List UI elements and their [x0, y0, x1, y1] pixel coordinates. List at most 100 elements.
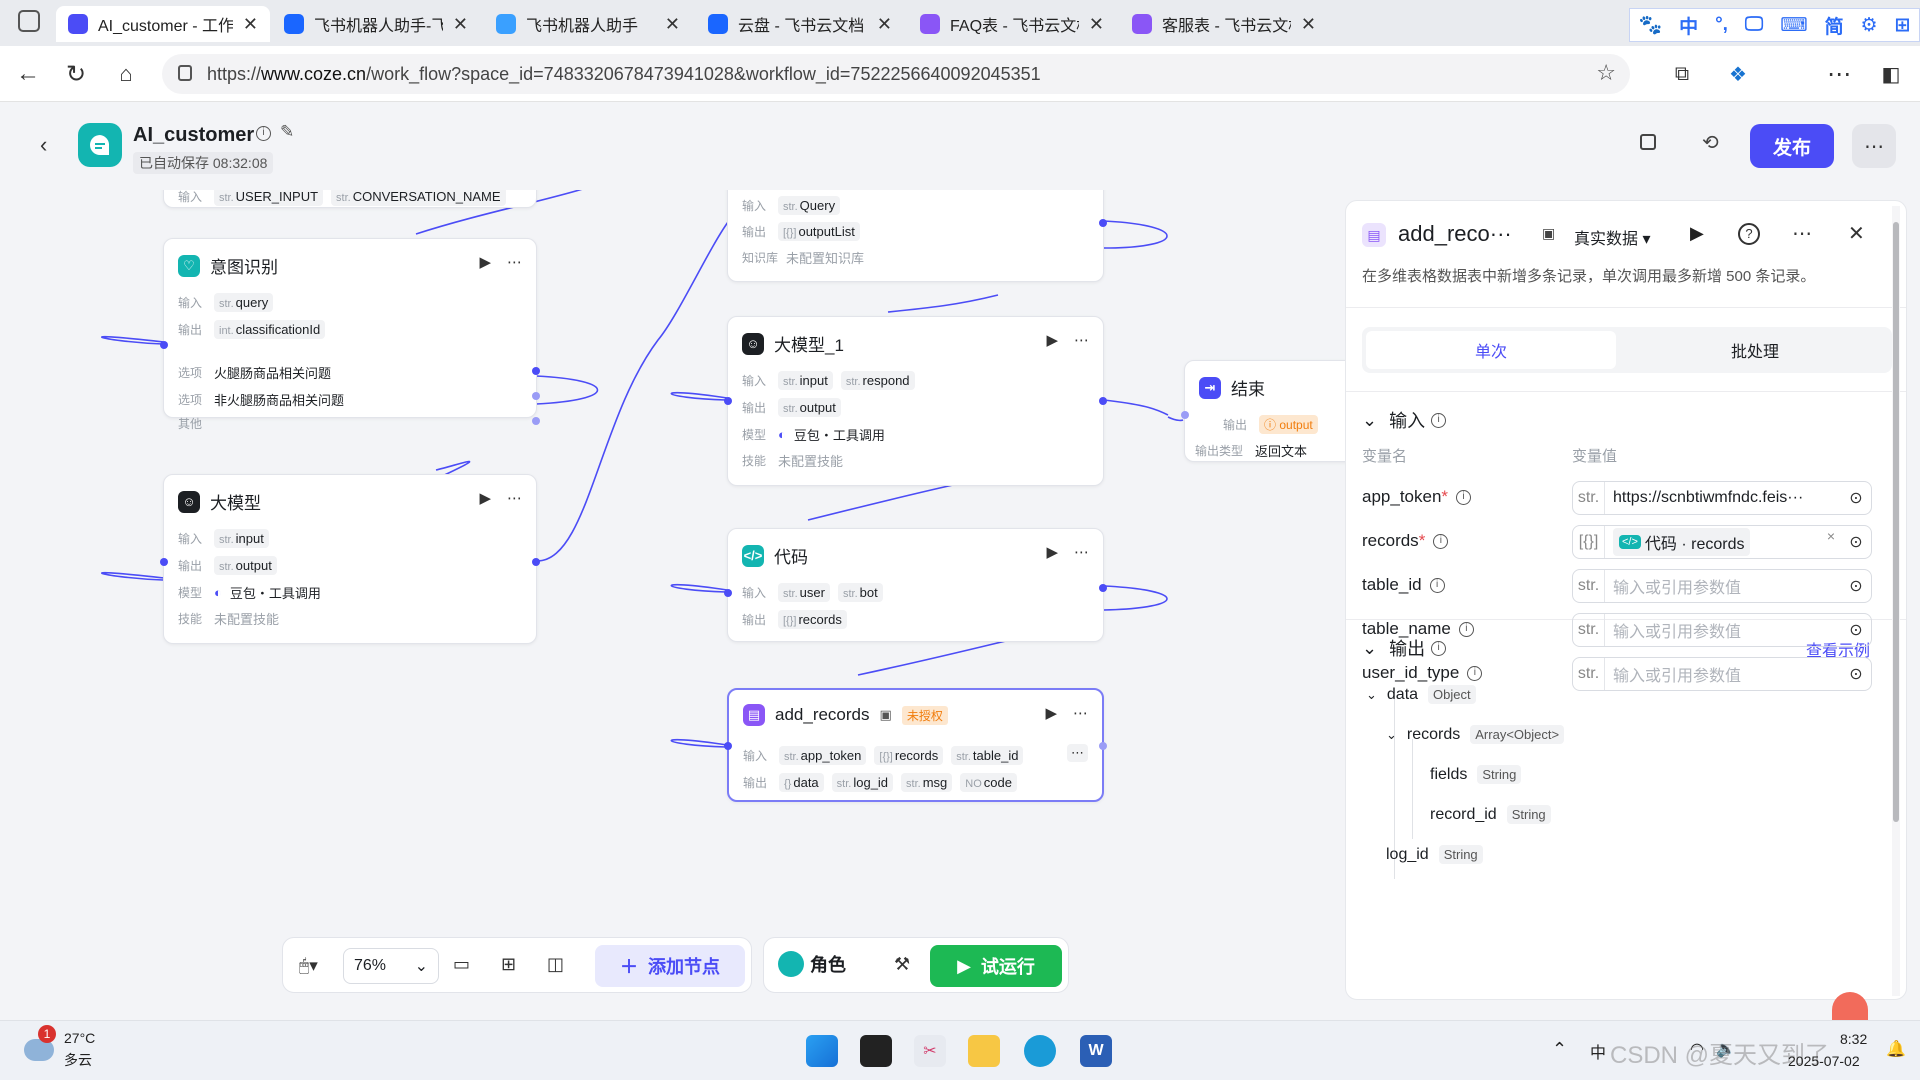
knowledge-node[interactable]: 输入 str. Query 输出[{}] outputList 知识库 未配置知识库 — [727, 190, 1107, 282]
port-dot[interactable] — [1099, 397, 1107, 405]
port-dot[interactable] — [1099, 584, 1107, 592]
run-node-icon[interactable]: ▶ — [479, 489, 491, 507]
records-field[interactable]: [{}] </> 代码 · records × ⊙ — [1572, 525, 1872, 559]
port-dot[interactable] — [532, 367, 540, 375]
favorite-star-icon[interactable]: ☆ — [1596, 60, 1616, 86]
output-tree-item[interactable]: ⌄ data Object — [1366, 685, 1476, 704]
node-more-icon[interactable]: ⋯ — [1074, 331, 1089, 349]
llm1-node[interactable]: ☺ 大模型_1 ▶ ⋯ 输入 str. input str. respond 输出 str. o… — [724, 316, 1107, 486]
panel-more-icon[interactable]: ⋯ — [1792, 221, 1812, 246]
app_token-field[interactable]: str. https://scnbtiwmfndc.feis··· ⊙ — [1572, 481, 1872, 515]
run-node-icon[interactable]: ▶ — [1045, 704, 1057, 722]
run-node-icon[interactable]: ▶ — [1046, 331, 1058, 349]
table_id-field[interactable]: str. 输入或引用参数值 ⊙ — [1572, 569, 1872, 603]
browser-tab[interactable]: 客服表 - 飞书云文档 ✕ — [1120, 6, 1328, 42]
browser-tab[interactable]: AI_customer - 工作流 -✕ — [56, 6, 270, 42]
port-dot[interactable] — [1099, 219, 1107, 227]
input-section-header[interactable]: ⌄ 输入 i — [1362, 407, 1447, 433]
doc-icon[interactable]: ▣ — [880, 707, 892, 723]
assistant-bubble[interactable] — [1832, 992, 1868, 1020]
ime-toolbar[interactable]: 🐾 中 °, 🖵 ⌨ 简 ⚙ ⊞ — [1629, 8, 1920, 42]
comment-icon[interactable]: ▭ — [453, 954, 470, 975]
output-tree-item[interactable]: ⌄ records Array<Object> — [1386, 725, 1565, 744]
node-more-icon[interactable]: ⋯ — [507, 489, 522, 507]
back-icon[interactable]: ← — [14, 60, 42, 88]
edit-icon[interactable]: ✎ — [280, 122, 294, 142]
scrollbar[interactable] — [1892, 206, 1900, 996]
role-button[interactable]: 角色 — [778, 951, 846, 977]
ime-grid-icon[interactable]: ⊞ — [1895, 14, 1911, 37]
port-dot[interactable] — [724, 742, 732, 750]
zoom-select[interactable]: 76% ⌄ — [343, 948, 439, 984]
expand-more-icon[interactable]: ⋯ — [1067, 744, 1088, 762]
back-chevron-icon[interactable]: ‹ — [40, 132, 47, 158]
doc-icon[interactable]: ▣ — [1542, 225, 1555, 242]
node-more-icon[interactable]: ⋯ — [507, 253, 522, 271]
history-icon[interactable]: ⟲ — [1702, 130, 1719, 155]
close-icon[interactable]: ✕ — [665, 14, 680, 35]
ime-lang-icon[interactable]: 中 — [1679, 12, 1698, 39]
port-dot[interactable] — [1099, 742, 1107, 750]
close-icon[interactable]: ✕ — [1301, 14, 1316, 35]
port-dot[interactable] — [532, 392, 540, 400]
run-node-icon[interactable]: ▶ — [479, 253, 491, 271]
help-icon[interactable]: ? — [1738, 223, 1760, 245]
port-dot[interactable] — [532, 417, 540, 425]
user_id_type-field[interactable]: str. 输入或引用参数值 ⊙ — [1572, 657, 1872, 691]
browser-tab[interactable]: 云盘 - 飞书云文档 ✕ — [696, 6, 904, 42]
scrollbar-thumb[interactable] — [1893, 222, 1899, 822]
port-dot[interactable] — [160, 341, 168, 349]
address-bar[interactable]: https://www.coze.cn/work_flow?space_id=7… — [162, 54, 1630, 94]
intent-node[interactable]: ♡ 意图识别 ▶ ⋯ 输入 str. query 输出 int. classificatio… — [160, 238, 540, 431]
ime-simplified-icon[interactable]: 简 — [1825, 12, 1844, 39]
unauthorized-badge[interactable]: 未授权 — [901, 705, 948, 725]
browser-tab[interactable]: 飞书机器人助手 ✕ — [484, 6, 692, 42]
run-node-icon[interactable]: ▶ — [1046, 543, 1058, 561]
tray-ime-label[interactable]: 中 — [1590, 1039, 1606, 1063]
extensions-icon[interactable]: ⧉ — [1668, 60, 1696, 88]
snipping-tool-icon[interactable]: ✂ — [914, 1035, 946, 1067]
minimap-icon[interactable]: ◫ — [547, 954, 564, 975]
tray-chevron-icon[interactable]: ⌃ — [1552, 1039, 1567, 1060]
close-icon[interactable]: ✕ — [877, 14, 892, 35]
edge-collections-icon[interactable]: ❖ — [1724, 60, 1752, 88]
debug-tool-icon[interactable]: ⚒ — [894, 954, 910, 975]
data-mode-select[interactable]: 真实数据 ▾ — [1574, 225, 1651, 249]
port-dot[interactable] — [160, 558, 168, 566]
info-icon[interactable]: i — [256, 126, 271, 141]
test-run-button[interactable]: ▶ 试运行 — [930, 945, 1062, 987]
lock-icon[interactable] — [178, 65, 192, 81]
node-more-icon[interactable]: ⋯ — [1074, 543, 1089, 561]
layout-icon[interactable]: ⊞ — [501, 954, 516, 975]
close-panel-icon[interactable]: ✕ — [1848, 221, 1865, 246]
ime-paw-icon[interactable]: 🐾 — [1638, 13, 1662, 37]
ime-punct-icon[interactable]: °, — [1715, 14, 1728, 36]
table_name-field[interactable]: str. 输入或引用参数值 ⊙ — [1572, 613, 1872, 647]
more-menu-button[interactable]: ⋯ — [1852, 124, 1896, 168]
code-node[interactable]: </> 代码 ▶ ⋯ 输入 str. user str. bot 输出[{}] records — [724, 528, 1107, 642]
ime-screen-icon[interactable]: 🖵 — [1745, 14, 1763, 36]
run-icon[interactable]: ▶ — [1690, 223, 1704, 244]
add-node-button[interactable]: ＋添加节点 — [595, 945, 745, 987]
close-icon[interactable]: ✕ — [243, 14, 258, 35]
notification-icon[interactable]: 🔔 — [1886, 1039, 1906, 1059]
close-icon[interactable]: ✕ — [1089, 14, 1104, 35]
port-dot[interactable] — [1181, 411, 1189, 419]
copy-icon[interactable] — [1640, 134, 1656, 150]
windows-start-icon[interactable] — [806, 1035, 838, 1067]
browser-tab[interactable]: FAQ表 - 飞书云文档 ✕ — [908, 6, 1116, 42]
port-dot[interactable] — [724, 397, 732, 405]
tab-batch[interactable]: 批处理 — [1622, 331, 1888, 369]
home-icon[interactable]: ⌂ — [112, 60, 140, 88]
reload-icon[interactable]: ↻ — [62, 60, 90, 88]
ime-settings-icon[interactable]: ⚙ — [1861, 14, 1878, 37]
file-explorer-icon[interactable] — [968, 1035, 1000, 1067]
start-node[interactable]: 输入 str. USER_INPUT str. CONVERSATION_NAME — [163, 190, 537, 208]
browser-tab[interactable]: 飞书机器人助手-飞书应✕ — [272, 6, 480, 42]
port-dot[interactable] — [724, 589, 732, 597]
node-more-icon[interactable]: ⋯ — [1073, 704, 1088, 722]
tab-actions-icon[interactable] — [18, 10, 40, 32]
llm-node[interactable]: ☺ 大模型 ▶ ⋯ 输入 str. input 输出 str. output 模型 ◐ 豆包・工… — [160, 474, 540, 644]
add-records-node[interactable]: ▤ add_records ▣ 未授权 ▶ ⋯ 输入 str. app_token[{}] r… — [724, 688, 1107, 802]
port-dot[interactable] — [532, 558, 540, 566]
